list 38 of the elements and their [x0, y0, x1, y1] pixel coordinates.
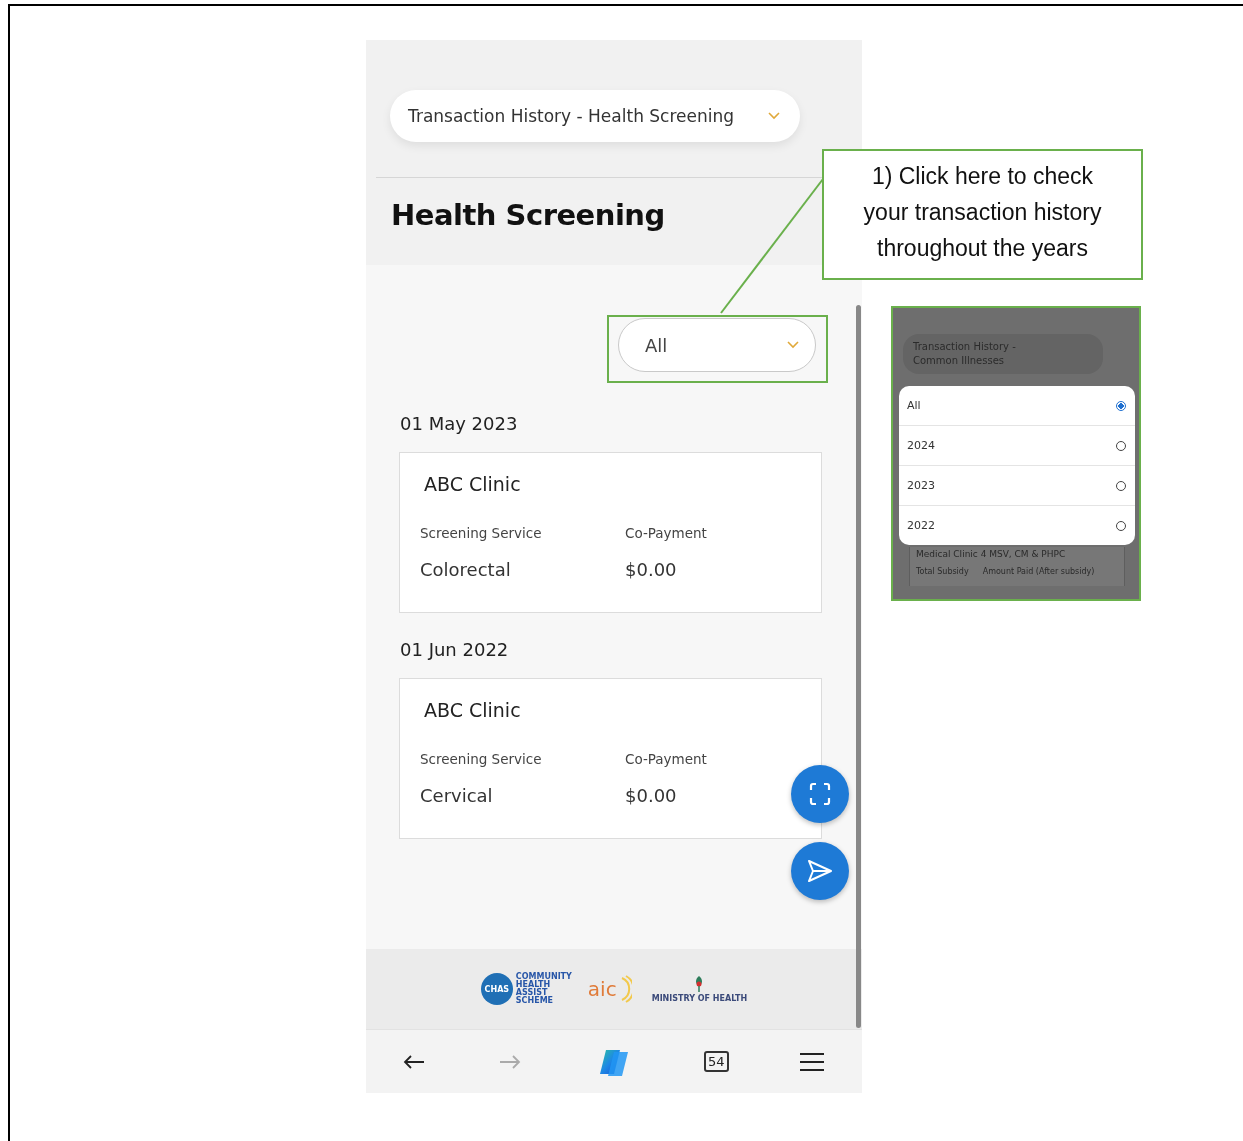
field-value: $0.00 — [625, 559, 678, 580]
field-value: $0.00 — [625, 785, 678, 806]
year-option[interactable]: 2022 — [899, 506, 1135, 545]
field-value: Colorectal — [420, 559, 512, 580]
aic-logo: aic — [587, 977, 617, 1001]
scrollbar[interactable] — [856, 305, 861, 1028]
year-option[interactable]: 2024 — [899, 426, 1135, 466]
category-dropdown[interactable]: Transaction History - Health Screening — [390, 90, 800, 142]
send-button[interactable] — [791, 842, 849, 900]
clinic-name: ABC Clinic — [424, 699, 522, 721]
page-title: Health Screening — [391, 198, 666, 232]
clinic-name: ABC Clinic — [424, 473, 522, 495]
transaction-date: 01 Jun 2022 — [400, 639, 510, 660]
tab-count-button[interactable]: 54 — [704, 1051, 729, 1072]
callout-text: 1) Click here to check your transaction history throughout the years — [822, 149, 1143, 280]
field-label: Screening Service — [420, 525, 543, 541]
transaction-date: 01 May 2023 — [400, 413, 519, 434]
field-label: Amount Paid (After subsidy) — [982, 567, 1095, 576]
year-option[interactable]: All — [899, 386, 1135, 426]
field-label: Total Subsidy — [916, 567, 969, 576]
clinic-name: Medical Clinic 4 MSV, CM & PHPC — [916, 549, 1067, 559]
logo-caption: MINISTRY OF HEALTH — [651, 994, 748, 1003]
field-label: Screening Service — [420, 751, 543, 767]
field-label: Co-Payment — [625, 525, 708, 541]
chas-logo: CHAS — [480, 973, 513, 1005]
radio-button[interactable] — [1116, 400, 1126, 411]
arcs-icon — [619, 975, 632, 1003]
send-icon — [807, 859, 833, 883]
chevron-down-icon — [787, 341, 799, 349]
field-label: Co-Payment — [625, 751, 708, 767]
chevron-down-icon — [768, 112, 780, 120]
year-dropdown[interactable]: All — [618, 318, 816, 372]
year-option[interactable]: 2023 — [899, 466, 1135, 506]
transaction-card[interactable]: ABC Clinic Screening Service Cervical Co-Payment $0.00 — [399, 678, 822, 839]
scan-button[interactable] — [791, 765, 849, 823]
scan-icon — [809, 782, 831, 806]
transaction-card[interactable]: ABC Clinic Screening Service Colorectal Co-Payment $0.00 — [399, 452, 822, 613]
field-value: Cervical — [420, 785, 494, 806]
